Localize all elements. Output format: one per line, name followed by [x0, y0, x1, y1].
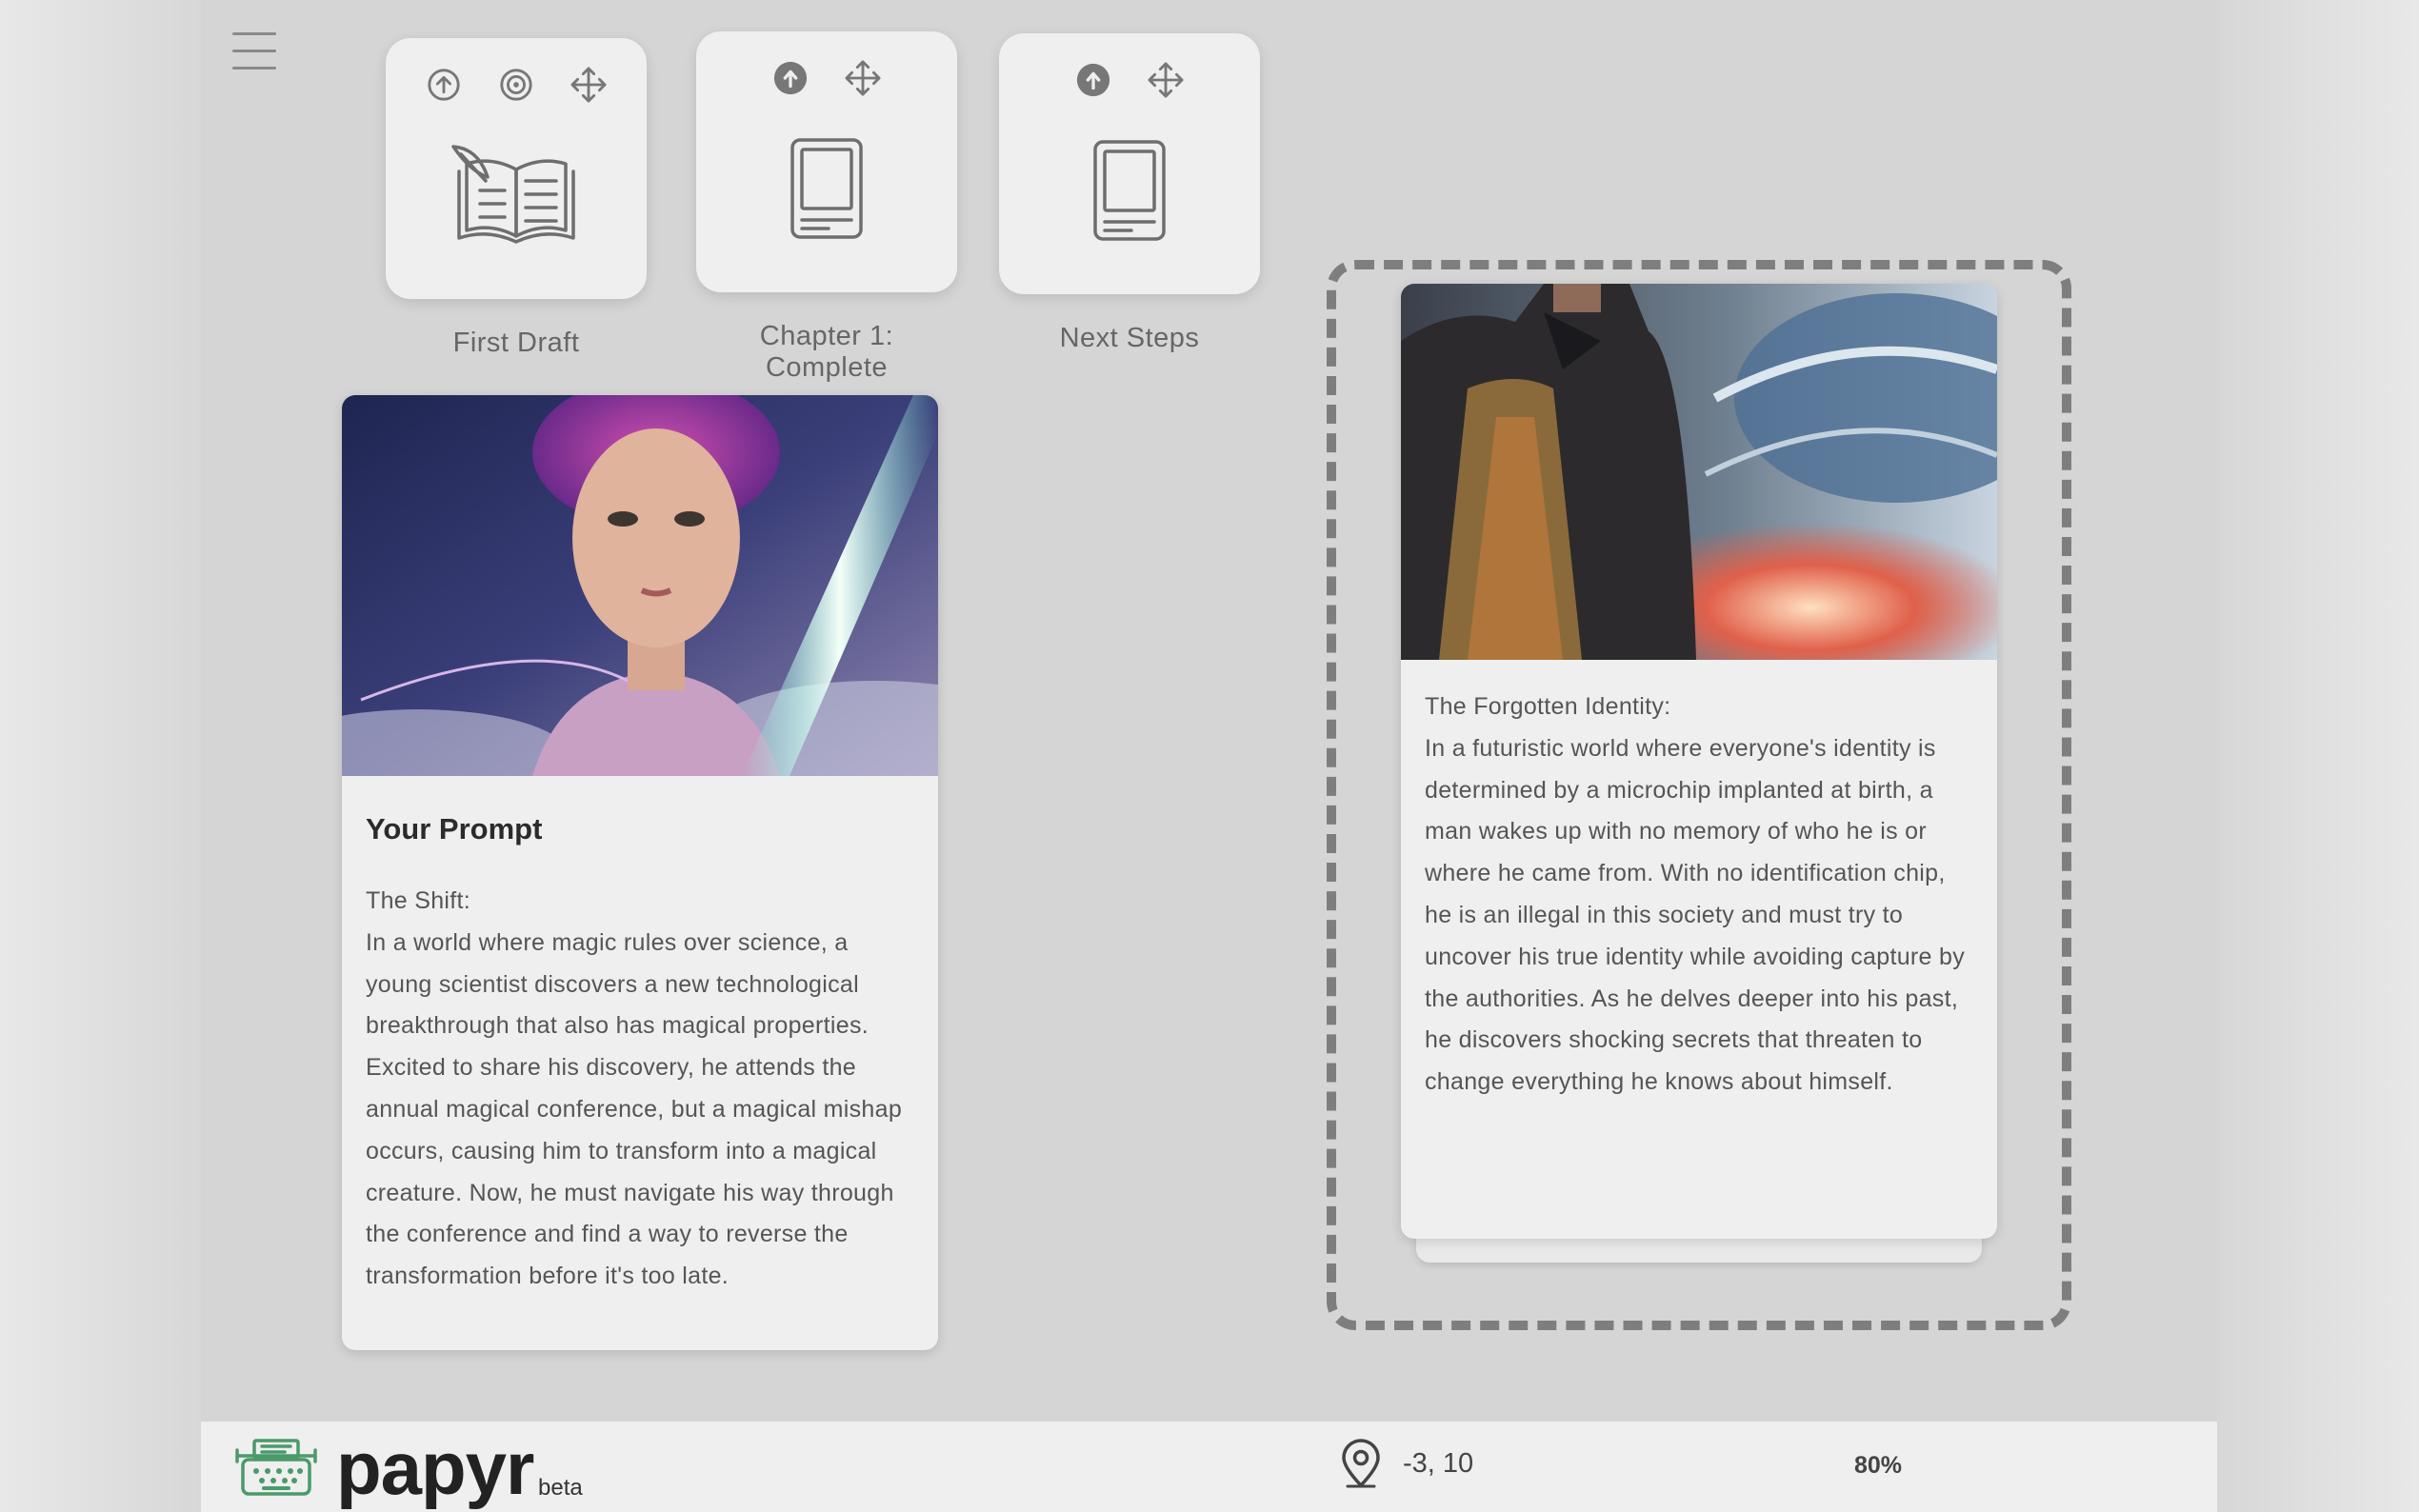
map-pin-icon[interactable]: [1340, 1439, 1382, 1488]
coordinates-value: -3, 10: [1403, 1447, 1474, 1479]
node-next-steps[interactable]: Next Steps: [999, 33, 1260, 354]
upload-circle-icon[interactable]: [426, 67, 462, 103]
move-icon[interactable]: [570, 67, 607, 103]
story-card-image: [1401, 284, 1997, 660]
node-label: Chapter 1: Complete: [759, 321, 894, 383]
tablet-document-icon: [1093, 140, 1166, 241]
node-label: First Draft: [452, 328, 580, 358]
move-icon[interactable]: [1148, 62, 1184, 98]
node-chapter-1[interactable]: Chapter 1: Complete: [696, 31, 957, 384]
node-first-draft[interactable]: First Draft: [386, 38, 647, 359]
story-card-body: The Forgotten Identity: In a futuristic …: [1425, 686, 1973, 1104]
story-title: The Forgotten Identity:: [1425, 693, 1671, 720]
hamburger-menu-icon[interactable]: [232, 32, 276, 72]
open-book-quill-icon: [451, 145, 575, 244]
story-text: In a world where magic rules over scienc…: [366, 928, 903, 1290]
canvas-edge-left: [0, 0, 201, 1512]
zoom-level[interactable]: 80%: [1854, 1452, 1902, 1480]
prompt-card[interactable]: Your Prompt The Shift: In a world where …: [342, 395, 938, 1350]
prompt-card-title: Your Prompt: [366, 812, 543, 846]
story-title: The Shift:: [366, 887, 470, 914]
story-text: In a futuristic world where everyone's i…: [1425, 734, 1965, 1096]
node-tile[interactable]: [696, 31, 957, 292]
coordinates-display[interactable]: -3, 10: [1340, 1439, 1473, 1488]
tablet-document-icon: [790, 138, 863, 239]
node-label: Next Steps: [1059, 323, 1200, 353]
move-icon[interactable]: [845, 60, 881, 96]
story-card[interactable]: The Forgotten Identity: In a futuristic …: [1401, 284, 1997, 1239]
prompt-card-body: The Shift: In a world where magic rules …: [366, 881, 914, 1298]
node-tile[interactable]: [386, 38, 647, 299]
beta-badge: beta: [538, 1475, 583, 1501]
canvas-edge-right: [2217, 0, 2419, 1512]
brand-name: papyr: [336, 1426, 534, 1510]
prompt-card-image: [342, 395, 938, 776]
typewriter-logo-icon: [235, 1439, 317, 1496]
footer-bar: papyr beta -3, 10 80%: [201, 1422, 2217, 1512]
target-icon[interactable]: [498, 67, 534, 103]
node-tile[interactable]: [999, 33, 1260, 294]
upload-filled-icon[interactable]: [1075, 62, 1111, 98]
upload-filled-icon[interactable]: [772, 60, 809, 96]
